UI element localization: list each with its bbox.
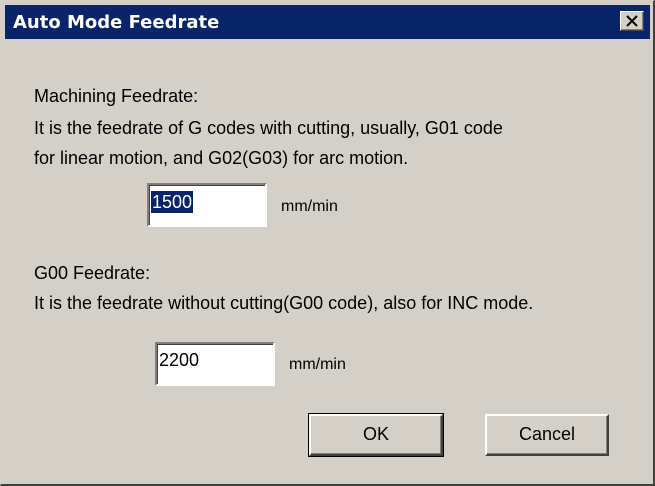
title-bar[interactable]: Auto Mode Feedrate	[5, 5, 650, 39]
auto-mode-feedrate-dialog: Auto Mode Feedrate Machining Feedrate: I…	[0, 0, 655, 486]
g00-feedrate-description: It is the feedrate without cutting(G00 c…	[34, 293, 534, 313]
g00-feedrate-heading: G00 Feedrate:	[34, 263, 151, 283]
close-button[interactable]	[620, 11, 644, 31]
cancel-button[interactable]: Cancel	[485, 414, 609, 456]
machining-feedrate-unit: mm/min	[281, 198, 338, 215]
g00-feedrate-unit: mm/min	[289, 356, 346, 373]
machining-feedrate-input[interactable]: 1500	[147, 183, 267, 227]
machining-feedrate-description-line1: It is the feedrate of G codes with cutti…	[34, 118, 503, 138]
g00-feedrate-input[interactable]	[155, 342, 275, 386]
ok-button[interactable]: OK	[308, 413, 444, 457]
machining-feedrate-value[interactable]: 1500	[151, 191, 194, 213]
machining-feedrate-heading: Machining Feedrate:	[34, 86, 199, 106]
g00-feedrate-value[interactable]	[157, 350, 269, 371]
machining-feedrate-description-line2: for linear motion, and G02(G03) for arc …	[34, 148, 409, 168]
window-title: Auto Mode Feedrate	[13, 12, 220, 33]
close-icon	[626, 15, 638, 27]
